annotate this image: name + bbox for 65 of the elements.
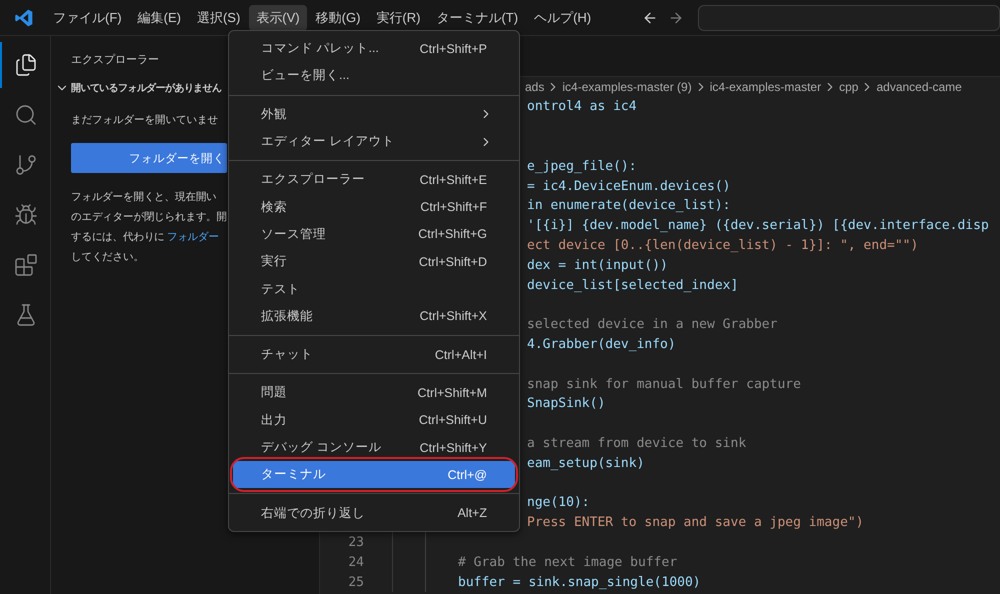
bug-icon [14, 203, 38, 227]
menu-entry[interactable]: 検索 Ctrl+Shift+F [233, 193, 515, 221]
menu-entry[interactable]: エクスプローラー Ctrl+Shift+E [233, 166, 515, 194]
breadcrumb-item[interactable]: ads [525, 80, 544, 94]
code-line: dex = int(input()) [527, 258, 668, 273]
menu-entry[interactable]: 外観 [233, 100, 515, 128]
description-text: するには、代わりに フォルダー [70, 230, 219, 245]
search-icon [14, 103, 38, 127]
description-text: のエディターが閉じられます。開 [70, 210, 228, 225]
menu-item[interactable]: 移動(G) [308, 4, 368, 30]
code-line: nge(10): [527, 495, 590, 510]
panel-title: エクスプローラー [70, 52, 159, 67]
code-line: SnapSink() [527, 396, 606, 412]
line-number: 23 [348, 534, 364, 550]
breadcrumb-item[interactable]: cpp [839, 80, 858, 94]
search-field[interactable] [698, 4, 1000, 30]
open-folder-button[interactable]: フォルダーを開く [71, 143, 227, 173]
code-line: snap sink for manual buffer capture [527, 376, 801, 392]
code-line: e_jpeg_file(): [527, 158, 637, 174]
menu-item[interactable]: 表示(V) [249, 4, 307, 30]
line-number: 24 [348, 554, 364, 570]
breadcrumb-item[interactable]: ic4-examples-master [710, 80, 822, 94]
breadcrumb-item[interactable]: ic4-examples-master (9) [562, 80, 692, 94]
branch-icon [14, 153, 38, 177]
code-line: buffer = sink.snap_single(1000) [458, 574, 701, 590]
menu-entry[interactable]: 右端での折り返し Alt+Z [233, 499, 515, 527]
menu-entry[interactable]: デバッグ コンソール Ctrl+Shift+Y [233, 434, 515, 462]
menu-entry[interactable]: ソース管理 Ctrl+Shift+G [233, 220, 515, 248]
menu-entry[interactable]: 出力 Ctrl+Shift+U [233, 406, 515, 434]
logo-icon [14, 8, 34, 28]
code-line: eam_setup(sink) [527, 456, 644, 471]
menu-item[interactable]: ヘルプ(H) [527, 4, 598, 30]
menu-entry[interactable]: コマンド パレット... Ctrl+Shift+P [233, 35, 515, 62]
breadcrumb-item[interactable]: advanced-came [876, 80, 962, 94]
code-line: 4.Grabber(dev_info) [527, 336, 676, 352]
blocks-icon [14, 253, 38, 277]
menu-entry[interactable]: テスト [233, 275, 515, 303]
code-line: # Grab the next image buffer [458, 554, 678, 570]
menu-item[interactable]: 編集(E) [130, 4, 188, 30]
menu-item[interactable]: ファイル(F) [46, 4, 129, 30]
menu-entry[interactable]: 問題 Ctrl+Shift+M [233, 379, 515, 407]
code-line: in enumerate(device_list): [527, 198, 730, 214]
menu-entry[interactable]: 拡張機能 Ctrl+Shift+X [233, 302, 515, 330]
description-text: してください。 [70, 250, 144, 265]
code-line: Press ENTER to snap and save a jpeg image") [527, 515, 864, 530]
menu-entry[interactable]: チャット Ctrl+Alt+I [233, 340, 515, 368]
description-text: フォルダーを開くと、現在開い [70, 190, 217, 205]
empty-message: まだフォルダーを開いていませ [70, 113, 218, 127]
menu-item[interactable]: 実行(R) [369, 4, 428, 30]
code-line: ect device [0..{len(device_list) - 1}]: ", end="") [527, 238, 918, 253]
code-line: ontrol4 as ic4 [527, 99, 637, 114]
menu-entry[interactable]: ターミナル Ctrl+@ [233, 461, 515, 488]
open-folder-link[interactable]: フォルダー [166, 231, 219, 243]
files-icon [14, 53, 38, 77]
code-line: a stream from device to sink [527, 436, 746, 451]
code-line: = ic4.DeviceEnum.devices() [527, 178, 730, 194]
menu-item[interactable]: ターミナル(T) [429, 4, 526, 30]
menu-item[interactable]: 選択(S) [190, 4, 248, 30]
menu-entry[interactable]: エディター レイアウト [233, 128, 515, 156]
menu-entry[interactable]: 実行 Ctrl+Shift+D [233, 248, 515, 276]
code-line: device_list[selected_index] [527, 278, 738, 293]
code-line: '[{i}] {dev.model_name} ({dev.serial}) [{dev.interface.disp [527, 218, 989, 234]
menu-entry[interactable]: ビューを開く... [233, 62, 515, 90]
code-line: selected device in a new Grabber [527, 317, 778, 332]
line-number: 25 [348, 574, 364, 590]
